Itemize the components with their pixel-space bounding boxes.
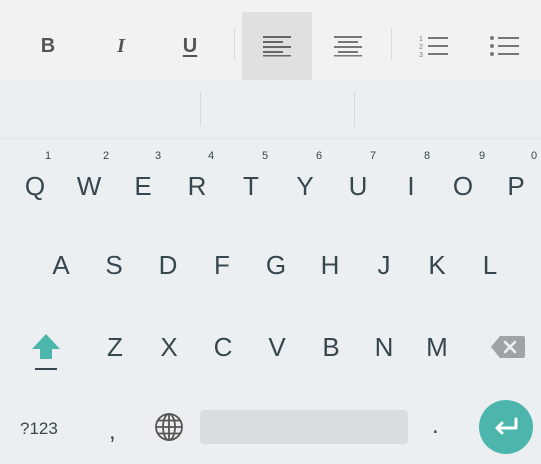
- key-y[interactable]: Y: [285, 161, 325, 211]
- align-center-button[interactable]: [313, 12, 383, 80]
- key-f[interactable]: F: [202, 240, 242, 290]
- key-w[interactable]: W: [69, 161, 109, 211]
- key-j[interactable]: J: [364, 240, 404, 290]
- suggestion-slot[interactable]: [201, 80, 354, 138]
- bulleted-list-button[interactable]: [470, 12, 540, 80]
- period-key[interactable]: .: [432, 412, 439, 440]
- key-b[interactable]: B: [311, 322, 351, 372]
- align-left-icon: [263, 36, 291, 57]
- key-z[interactable]: Z: [95, 322, 135, 372]
- key-x[interactable]: X: [149, 322, 189, 372]
- formatting-toolbar: B I U 1 2 3: [0, 0, 541, 81]
- key-l[interactable]: L: [470, 240, 510, 290]
- comma-key[interactable]: ,: [109, 418, 116, 446]
- symbols-key[interactable]: ?123: [20, 419, 58, 439]
- key-d[interactable]: D: [148, 240, 188, 290]
- key-r[interactable]: R: [177, 161, 217, 211]
- key-p[interactable]: P: [496, 161, 536, 211]
- suggestion-strip: [0, 80, 541, 139]
- key-i[interactable]: I: [391, 161, 431, 211]
- key-hint: 7: [370, 150, 377, 162]
- toolbar-divider: [234, 28, 235, 60]
- shift-icon: [32, 334, 60, 370]
- key-u[interactable]: U: [338, 161, 378, 211]
- bulleted-list-icon: [490, 36, 519, 56]
- key-n[interactable]: N: [364, 322, 404, 372]
- key-c[interactable]: C: [203, 322, 243, 372]
- numbered-list-button[interactable]: 1 2 3: [399, 12, 469, 80]
- globe-icon: [155, 413, 183, 441]
- key-hint: 1: [45, 150, 52, 162]
- svg-text:3: 3: [419, 52, 423, 58]
- key-hint: 0: [531, 150, 538, 162]
- underline-icon: U: [182, 35, 198, 57]
- bold-button[interactable]: B: [13, 12, 83, 80]
- key-hint: 3: [155, 150, 162, 162]
- enter-icon: [495, 417, 518, 435]
- suggestion-slot[interactable]: [0, 80, 200, 138]
- italic-icon: I: [117, 35, 125, 57]
- svg-text:2: 2: [419, 44, 423, 51]
- key-k[interactable]: K: [417, 240, 457, 290]
- key-hint: 2: [103, 150, 110, 162]
- backspace-key[interactable]: [484, 322, 532, 372]
- key-e[interactable]: E: [123, 161, 163, 211]
- key-o[interactable]: O: [443, 161, 483, 211]
- key-h[interactable]: H: [310, 240, 350, 290]
- key-hint: 9: [479, 150, 486, 162]
- language-key[interactable]: [148, 402, 190, 452]
- key-hint: 8: [424, 150, 431, 162]
- key-hint: 4: [208, 150, 215, 162]
- align-left-button[interactable]: [242, 12, 312, 80]
- key-m[interactable]: M: [417, 322, 457, 372]
- key-g[interactable]: G: [256, 240, 296, 290]
- spacebar[interactable]: [200, 410, 408, 444]
- italic-button[interactable]: I: [86, 12, 156, 80]
- key-v[interactable]: V: [257, 322, 297, 372]
- backspace-icon: [491, 336, 525, 358]
- align-center-icon: [334, 36, 362, 57]
- svg-text:1: 1: [419, 36, 423, 43]
- underline-button[interactable]: U: [155, 12, 225, 80]
- bold-icon: B: [40, 35, 56, 57]
- shift-key[interactable]: [23, 322, 69, 374]
- key-t[interactable]: T: [231, 161, 271, 211]
- enter-key[interactable]: [479, 400, 533, 454]
- key-hint: 5: [262, 150, 269, 162]
- numbered-list-icon: 1 2 3: [419, 36, 448, 58]
- key-a[interactable]: A: [41, 240, 81, 290]
- key-q[interactable]: Q: [15, 161, 55, 211]
- key-hint: 6: [316, 150, 323, 162]
- toolbar-divider: [391, 28, 392, 60]
- suggestion-slot[interactable]: [355, 80, 541, 138]
- key-s[interactable]: S: [94, 240, 134, 290]
